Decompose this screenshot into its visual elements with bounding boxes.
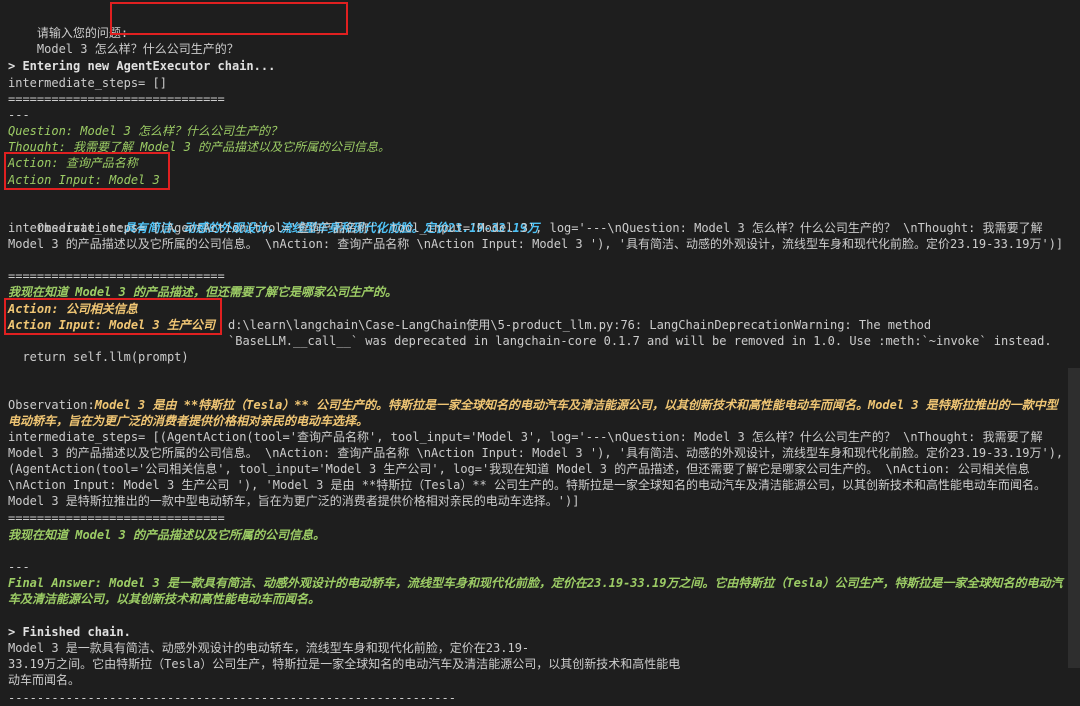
separator: ============================== [8, 92, 225, 106]
entering-chain: > Entering new AgentExecutor chain... [8, 59, 276, 73]
result-line-2: 33.19万之间。它由特斯拉（Tesla）公司生产，特斯拉是一家全球知名的电动汽… [8, 657, 681, 671]
return-line: return self.llm(prompt) [8, 350, 189, 364]
dashes: --- [8, 560, 30, 574]
highlight-box-action2 [4, 298, 222, 335]
intermediate-steps-2: intermediate_steps= [(AgentAction(tool='… [8, 430, 1064, 508]
steps-empty: intermediate_steps= [] [8, 76, 167, 90]
highlight-box-action1 [4, 152, 170, 190]
deprecation-warning: d:\learn\langchain\Case-LangChain使用\5-pr… [228, 318, 1052, 348]
observation-line-2: Observation:Model 3 是由 **特斯拉（Tesla）** 公司… [8, 397, 1066, 429]
result-line-3: 动车而闻名。 [8, 673, 81, 687]
final-answer: Final Answer: Model 3 是一款具有简洁、动感外观设计的电动轿… [8, 576, 1063, 606]
separator: ============================== [8, 511, 225, 525]
separator: ============================== [8, 269, 225, 283]
terminal-output: ----------------------------------------… [0, 0, 1080, 705]
result-line-1: Model 3 是一款具有简洁、动感外观设计的电动轿车，流线型车身和现代化前脸，… [8, 641, 530, 655]
scrollbar[interactable] [1068, 368, 1080, 668]
highlight-box-question [110, 2, 348, 35]
question-line: Question: Model 3 怎么样？什么公司生产的？ [8, 124, 283, 138]
thought-line-3: 我现在知道 Model 3 的产品描述以及它所属的公司信息。 [8, 528, 326, 542]
intermediate-steps-1: intermediate_steps= [(AgentAction(tool='… [8, 221, 1064, 251]
finished-chain: > Finished chain. [8, 625, 131, 639]
prompt-input-value[interactable]: Model 3 怎么样？什么公司生产的？ [37, 42, 239, 56]
observation-label-2: Observation: [8, 398, 95, 412]
observation-value-2: Model 3 是由 **特斯拉（Tesla）** 公司生产的。特斯拉是一家全球… [8, 398, 1058, 428]
dashes: --- [8, 108, 30, 122]
observation-line: Observation:具有简洁、动感的外观设计，流线型车身和现代化前脸。定价2… [8, 204, 539, 235]
